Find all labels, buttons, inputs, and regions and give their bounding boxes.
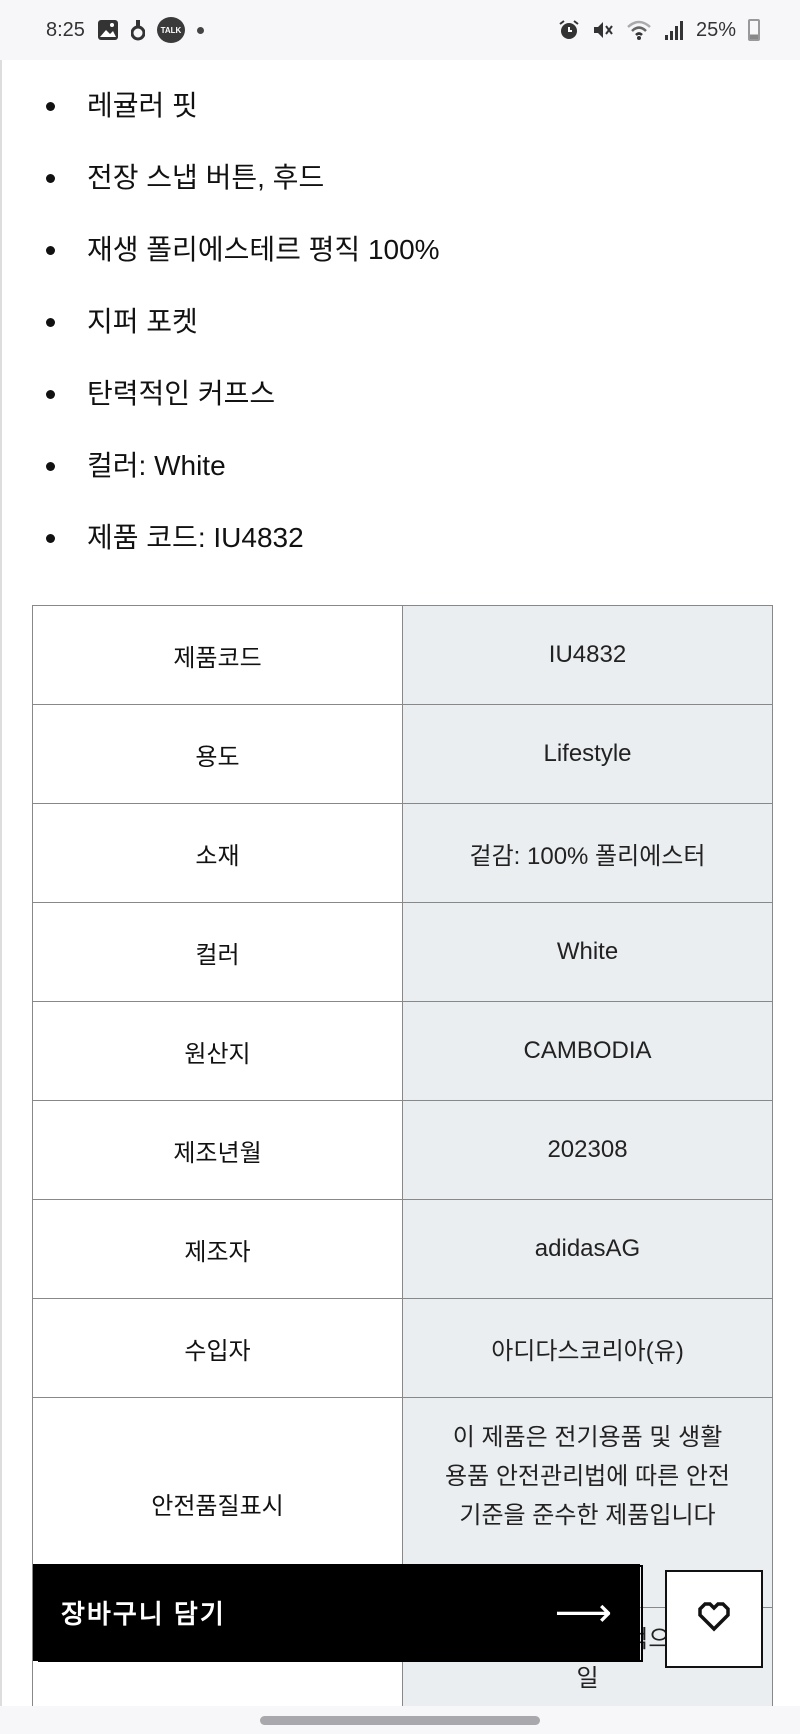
table-row: 제조자 adidasAG [32,1199,773,1299]
spec-value: 겉감: 100% 폴리에스터 [402,803,773,903]
kakaotalk-icon: TALK [156,17,185,43]
product-detail-page: 레귤러 핏 전장 스냅 버튼, 후드 재생 폴리에스테르 평직 100% 지퍼 … [0,60,800,1706]
feature-item: 레귤러 핏 [2,82,800,154]
add-to-cart-button[interactable]: 장바구니 담기 ⟶ [33,1564,640,1661]
feature-item: 탄력적인 커프스 [2,370,800,442]
table-row: 컬러 White [32,902,773,1002]
table-row: 제품코드 IU4832 [32,605,773,705]
table-row: 용도 Lifestyle [32,704,773,804]
bullet-icon [46,246,55,255]
spec-label: 제품코드 [32,605,403,705]
system-navigation-bar [0,1706,800,1734]
bullet-icon [46,174,55,183]
spec-table: 제품코드 IU4832 용도 Lifestyle 소재 겉감: 100% 폴리에… [32,605,773,1706]
status-left: 8:25 TALK [46,17,204,43]
spec-value: Lifestyle [402,704,773,804]
spec-value: 아디다스코리아(유) [402,1298,773,1398]
status-right: 25% [558,19,760,42]
feature-text: 전장 스냅 버튼, 후드 [87,162,325,193]
mute-icon [592,19,614,41]
battery-icon [748,19,760,41]
more-notifications-dot [196,26,204,34]
spec-label: 수입자 [32,1298,403,1398]
add-to-cart-label: 장바구니 담기 [61,1599,226,1629]
feature-text: 컬러: White [87,450,226,481]
signal-icon [664,19,684,41]
bullet-icon [46,318,55,327]
spec-label: 소재 [32,803,403,903]
feature-item: 재생 폴리에스테르 평직 100% [2,226,800,298]
spec-label: 제조자 [32,1199,403,1299]
feature-item: 컬러: White [2,442,800,514]
feature-text: 재생 폴리에스테르 평직 100% [87,234,440,265]
alarm-icon [558,19,580,41]
bullet-icon [46,102,55,111]
feature-text: 레귤러 핏 [87,90,198,121]
feature-item: 지퍼 포켓 [2,298,800,370]
spec-label: 용도 [32,704,403,804]
gallery-icon [97,19,119,41]
spec-value: CAMBODIA [402,1001,773,1101]
home-gesture-handle[interactable] [260,1716,540,1725]
arrow-right-icon: ⟶ [554,1590,612,1635]
spec-label: 제조년월 [32,1100,403,1200]
bullet-icon [46,534,55,543]
table-row: 원산지 CAMBODIA [32,1001,773,1101]
feature-item: 제품 코드: IU4832 [2,514,800,586]
bullet-icon [46,390,55,399]
spec-label: 원산지 [32,1001,403,1101]
table-row: 소재 겉감: 100% 폴리에스터 [32,803,773,903]
status-bar: 8:25 TALK 25% [0,0,800,60]
battery-percent: 25% [695,18,736,41]
bullet-icon [46,462,55,471]
spec-label: 컬러 [32,902,403,1002]
feature-text: 제품 코드: IU4832 [87,522,304,553]
table-row: 수입자 아디다스코리아(유) [32,1298,773,1398]
wishlist-button[interactable] [665,1570,763,1668]
feature-list: 레귤러 핏 전장 스냅 버튼, 후드 재생 폴리에스테르 평직 100% 지퍼 … [2,82,800,586]
status-time: 8:25 [46,18,85,41]
spec-value: adidasAG [402,1199,773,1299]
spec-value: IU4832 [402,605,773,705]
table-row: 제조년월 202308 [32,1100,773,1200]
feature-text: 지퍼 포켓 [87,306,198,337]
heart-icon [696,1601,732,1638]
spec-value: 202308 [402,1100,773,1200]
feature-text: 탄력적인 커프스 [87,378,276,409]
wifi-icon [626,19,652,41]
spec-value: White [402,902,773,1002]
app-notification-icon [130,19,145,41]
feature-item: 전장 스냅 버튼, 후드 [2,154,800,226]
